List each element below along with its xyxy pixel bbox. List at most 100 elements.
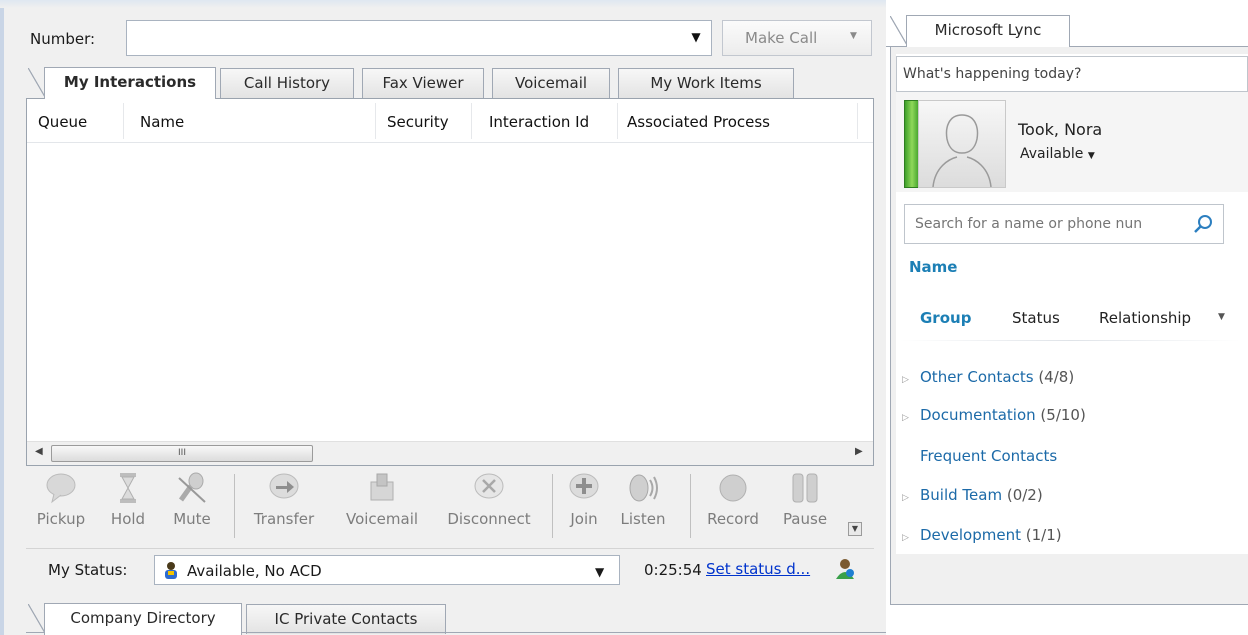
status-value: Available, No ACD bbox=[187, 562, 322, 580]
search-icon[interactable] bbox=[1193, 214, 1213, 234]
group-count: (1/1) bbox=[1025, 526, 1062, 544]
avatar[interactable] bbox=[918, 100, 1006, 188]
group-count: (0/2) bbox=[1006, 486, 1043, 504]
listen-button[interactable]: Listen bbox=[614, 466, 672, 528]
column-queue[interactable]: Queue bbox=[38, 113, 87, 131]
hold-label: Hold bbox=[110, 510, 146, 528]
whats-happening-input[interactable] bbox=[896, 56, 1248, 92]
number-input[interactable] bbox=[126, 20, 712, 56]
toolbar-separator bbox=[552, 474, 553, 538]
group-documentation[interactable]: ▷ Documentation (5/10) bbox=[902, 406, 1086, 424]
status-bar: My Status: Available, No ACD ▼ 0:25:54 S… bbox=[26, 548, 874, 588]
horizontal-scrollbar[interactable]: ◀ III ▶ bbox=[27, 441, 873, 465]
status-dropdown-icon[interactable]: ▼ bbox=[595, 565, 604, 579]
top-border bbox=[0, 0, 886, 8]
voicemail-button[interactable]: Voicemail bbox=[336, 466, 428, 528]
pickup-label: Pickup bbox=[36, 510, 86, 528]
lync-user-name: Took, Nora bbox=[1018, 120, 1103, 139]
availability-menu[interactable]: Available ▼ bbox=[1020, 146, 1095, 162]
column-separator[interactable] bbox=[857, 103, 858, 139]
number-label: Number: bbox=[30, 30, 96, 48]
mute-label: Mute bbox=[173, 510, 211, 528]
expand-caret-icon[interactable]: ▷ bbox=[902, 375, 920, 385]
status-timer: 0:25:54 bbox=[644, 561, 702, 579]
tab-fax-viewer[interactable]: Fax Viewer bbox=[362, 68, 484, 98]
tab-call-history[interactable]: Call History bbox=[220, 68, 354, 98]
transfer-label: Transfer bbox=[253, 510, 315, 528]
disconnect-label: Disconnect bbox=[447, 510, 531, 528]
join-button[interactable]: Join bbox=[560, 466, 608, 528]
interactions-grid[interactable]: Queue Name Security Interaction Id Assoc… bbox=[26, 98, 874, 466]
voicemail-icon bbox=[370, 473, 394, 501]
grid-header: Queue Name Security Interaction Id Assoc… bbox=[27, 99, 873, 143]
toolbar-separator bbox=[690, 474, 691, 538]
tab-microsoft-lync[interactable]: Microsoft Lync bbox=[906, 15, 1070, 47]
available-person-icon bbox=[165, 562, 177, 579]
filter-relationship[interactable]: Relationship bbox=[1099, 309, 1191, 327]
column-separator[interactable] bbox=[123, 103, 124, 139]
tab-my-work-items[interactable]: My Work Items bbox=[618, 68, 794, 98]
transfer-button[interactable]: Transfer bbox=[244, 466, 324, 528]
listen-label: Listen bbox=[620, 510, 666, 528]
filter-status[interactable]: Status bbox=[1012, 309, 1060, 327]
column-separator[interactable] bbox=[375, 103, 376, 139]
set-status-details-link[interactable]: Set status d... bbox=[706, 560, 810, 578]
listen-speaker-icon bbox=[629, 474, 658, 502]
make-call-dropdown-icon[interactable]: ▼ bbox=[850, 31, 857, 41]
record-dot-icon bbox=[719, 474, 747, 502]
group-name: Development bbox=[920, 526, 1021, 544]
voicemail-label: Voicemail bbox=[345, 510, 419, 528]
status-select[interactable]: Available, No ACD ▼ bbox=[154, 555, 620, 585]
tab-voicemail[interactable]: Voicemail bbox=[492, 68, 610, 98]
expand-caret-icon[interactable]: ▷ bbox=[902, 533, 920, 543]
group-name: Other Contacts bbox=[920, 368, 1034, 386]
pause-button[interactable]: Pause bbox=[776, 466, 834, 528]
scroll-right-icon[interactable]: ▶ bbox=[855, 446, 863, 457]
scroll-thumb[interactable]: III bbox=[51, 445, 313, 462]
pickup-button[interactable]: Pickup bbox=[30, 466, 92, 528]
disconnect-button[interactable]: Disconnect bbox=[440, 466, 538, 528]
column-separator[interactable] bbox=[471, 103, 472, 139]
column-name[interactable]: Name bbox=[140, 113, 184, 131]
mute-button[interactable]: Mute bbox=[166, 466, 218, 528]
pause-label: Pause bbox=[782, 510, 828, 528]
scroll-left-icon[interactable]: ◀ bbox=[35, 446, 43, 457]
hourglass-icon bbox=[120, 473, 136, 503]
group-name: Build Team bbox=[920, 486, 1003, 504]
microphone-muted-icon bbox=[178, 472, 206, 503]
filter-more-icon[interactable]: ▼ bbox=[1218, 312, 1225, 322]
filter-divider bbox=[900, 340, 1240, 341]
disconnect-x-icon bbox=[474, 473, 504, 499]
tab-company-directory[interactable]: Company Directory bbox=[44, 603, 242, 635]
group-count: (5/10) bbox=[1040, 406, 1086, 424]
user-presence-icon[interactable] bbox=[834, 557, 856, 579]
speech-bubble-icon bbox=[46, 473, 76, 504]
hold-button[interactable]: Hold bbox=[104, 466, 152, 528]
join-plus-icon bbox=[569, 473, 599, 499]
chevron-down-icon: ▼ bbox=[1087, 151, 1095, 161]
availability-label: Available bbox=[1020, 146, 1084, 162]
status-label: My Status: bbox=[48, 561, 128, 579]
group-name: Documentation bbox=[920, 406, 1036, 424]
expand-caret-icon[interactable]: ▷ bbox=[902, 493, 920, 503]
join-label: Join bbox=[570, 510, 598, 528]
column-associated-process[interactable]: Associated Process bbox=[627, 113, 770, 131]
group-other-contacts[interactable]: ▷ Other Contacts (4/8) bbox=[902, 368, 1074, 386]
contact-search-input[interactable] bbox=[904, 204, 1224, 244]
column-separator[interactable] bbox=[617, 103, 618, 139]
toolbar-separator bbox=[234, 474, 235, 538]
column-interaction-id[interactable]: Interaction Id bbox=[489, 113, 589, 131]
filter-group[interactable]: Group bbox=[920, 309, 971, 327]
tab-ic-private-contacts[interactable]: IC Private Contacts bbox=[246, 604, 446, 634]
record-button[interactable]: Record bbox=[698, 466, 768, 528]
column-security[interactable]: Security bbox=[387, 113, 449, 131]
number-dropdown-icon[interactable]: ▼ bbox=[686, 30, 706, 44]
group-development[interactable]: ▷ Development (1/1) bbox=[902, 526, 1062, 544]
pause-icon bbox=[792, 473, 818, 503]
group-build-team[interactable]: ▷ Build Team (0/2) bbox=[902, 486, 1043, 504]
expand-caret-icon[interactable]: ▷ bbox=[902, 413, 920, 423]
tab-my-interactions[interactable]: My Interactions bbox=[44, 67, 216, 99]
toolbar-overflow-icon[interactable]: ▼ bbox=[848, 522, 862, 536]
contacts-name-header[interactable]: Name bbox=[909, 258, 957, 276]
group-frequent-contacts[interactable]: Frequent Contacts bbox=[902, 447, 1057, 465]
